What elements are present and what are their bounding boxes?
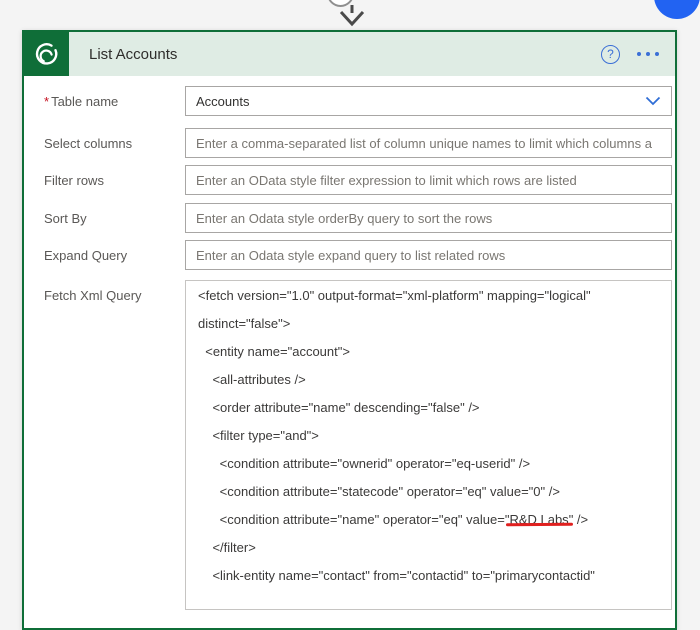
expand-query-input[interactable]: [185, 240, 672, 270]
form-row-table-name: * Table name Accounts: [26, 86, 672, 116]
dataverse-swirl-icon: [35, 43, 57, 65]
code-line: <fetch version="1.0" output-format="xml-…: [198, 288, 591, 303]
table-name-value: Accounts: [196, 93, 250, 109]
code-line: </filter>: [198, 540, 256, 555]
action-card-list-accounts: List Accounts ? * Table name Accounts Sel…: [22, 30, 677, 630]
code-line: <order attribute="name" descending="fals…: [198, 400, 480, 415]
code-line: <condition attribute="statecode" operato…: [198, 484, 560, 499]
code-line: distinct="false">: [198, 316, 291, 331]
code-line: <filter type="and">: [198, 428, 319, 443]
help-icon[interactable]: ?: [601, 44, 620, 64]
filter-rows-input[interactable]: [185, 165, 672, 195]
code-line: <condition attribute="ownerid" operator=…: [198, 456, 531, 471]
select-columns-input[interactable]: [185, 128, 672, 158]
table-name-dropdown[interactable]: Accounts: [185, 86, 672, 116]
floating-assistant-button[interactable]: [654, 0, 700, 19]
code-line: <all-attributes />: [198, 372, 306, 387]
action-card-body: *Table name Accounts Select columns Filt…: [24, 76, 675, 610]
required-asterisk: *: [44, 93, 50, 109]
filter-rows-label: Filter rows: [44, 172, 104, 188]
form-row-fetch-xml: Fetch Xml Query <fetch version="1.0" out…: [26, 280, 672, 610]
action-card-header[interactable]: List Accounts ?: [24, 32, 675, 76]
fetch-xml-label: Fetch Xml Query: [44, 288, 142, 303]
table-name-label: * Table name: [44, 93, 119, 109]
select-columns-label: Select columns: [44, 135, 133, 151]
red-underline-annotation: R&D Labs: [509, 512, 569, 527]
code-line: <entity name="account">: [198, 344, 350, 359]
fetch-xml-input[interactable]: <fetch version="1.0" output-format="xml-…: [185, 280, 672, 610]
action-title: List Accounts: [89, 45, 178, 63]
ellipsis-menu-icon[interactable]: [637, 48, 659, 60]
sort-by-input[interactable]: [185, 203, 672, 233]
expand-query-label: Expand Query: [44, 247, 128, 263]
code-line: <condition attribute="name" operator="eq…: [198, 512, 589, 527]
code-line: <link-entity name="contact" from="contac…: [198, 568, 595, 583]
connector-icon-box: [24, 32, 69, 76]
form-row-sort-by: Sort By: [26, 203, 672, 233]
sort-by-label: Sort By: [44, 210, 87, 226]
form-row-select-columns: Select columns: [26, 128, 672, 158]
chevron-down-icon: [645, 96, 661, 106]
form-row-filter-rows: Filter rows: [26, 165, 672, 195]
form-row-expand-query: Expand Query: [26, 240, 672, 270]
arrow-down-icon: [339, 5, 365, 27]
